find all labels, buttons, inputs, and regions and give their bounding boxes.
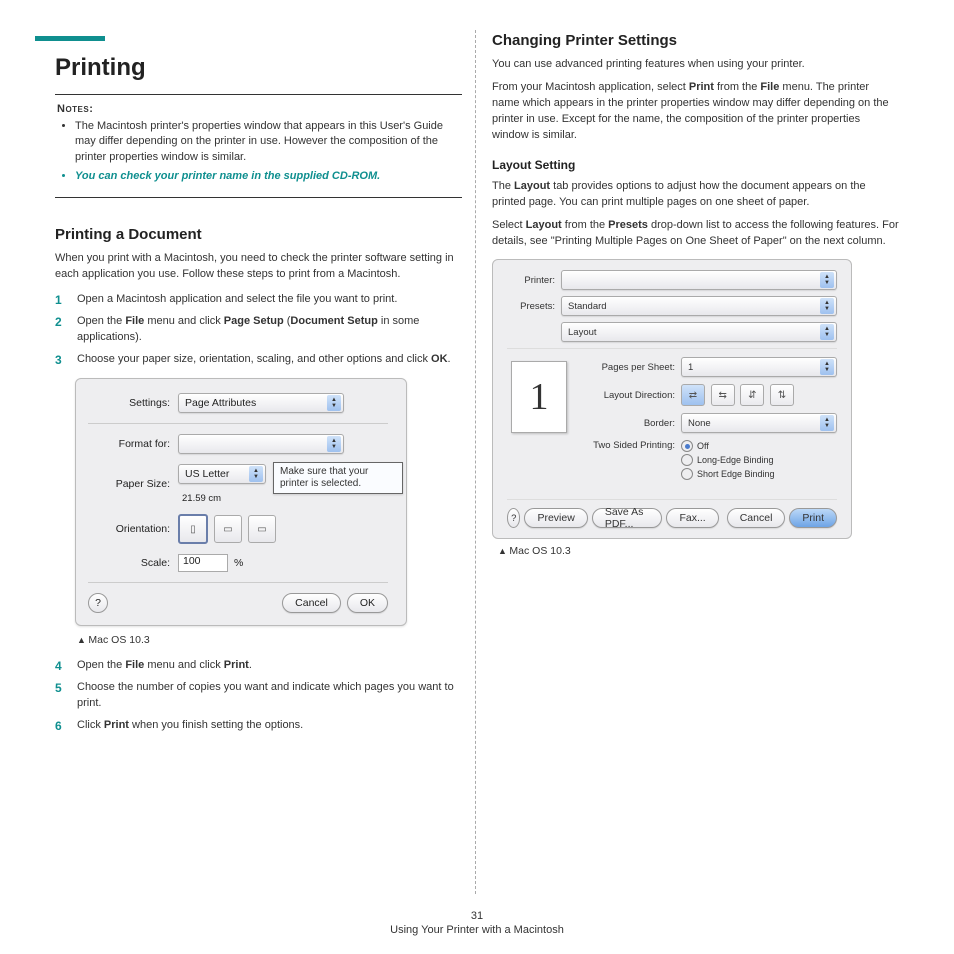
step: Open the File menu and click Print.	[55, 658, 462, 674]
orientation-label: Orientation:	[88, 523, 178, 535]
cancel-button[interactable]: Cancel	[727, 508, 786, 528]
presets-label: Presets:	[507, 301, 561, 312]
border-label: Border:	[581, 418, 681, 429]
dropdown-arrows-icon: ▲▼	[820, 359, 834, 375]
paragraph: The Layout tab provides options to adjus…	[492, 179, 899, 211]
radio-off[interactable]: Off	[681, 440, 775, 452]
layout-preview: 1	[511, 361, 567, 433]
paragraph: Select Layout from the Presets drop-down…	[492, 218, 899, 250]
paper-dim: 21.59 cm	[182, 493, 221, 504]
step: Click Print when you finish setting the …	[55, 718, 462, 734]
step: Choose your paper size, orientation, sca…	[55, 352, 462, 368]
radio-icon	[681, 440, 693, 452]
border-select[interactable]: None▲▼	[681, 413, 837, 433]
page-setup-dialog: Settings: Page Attributes▲▼ Format for: …	[75, 378, 407, 626]
page-title: Printing	[55, 54, 462, 82]
figure-caption: Mac OS 10.3	[77, 634, 462, 646]
notes-label: Notes:	[57, 103, 93, 115]
radio-icon	[681, 468, 693, 480]
help-button[interactable]: ?	[507, 508, 520, 528]
presets-select[interactable]: Standard▲▼	[561, 296, 837, 316]
page-footer: 31 Using Your Printer with a Macintosh	[0, 910, 954, 936]
printer-select[interactable]: ▲▼	[561, 270, 837, 290]
preview-button[interactable]: Preview	[524, 508, 587, 528]
help-button[interactable]: ?	[88, 593, 108, 613]
step: Open a Macintosh application and select …	[55, 292, 462, 308]
format-for-select[interactable]: ▲▼	[178, 434, 344, 454]
dropdown-arrows-icon: ▲▼	[327, 395, 341, 411]
section-heading: Changing Printer Settings	[492, 32, 899, 49]
orientation-landscape-rev-icon[interactable]: ▭	[248, 515, 276, 543]
dropdown-arrows-icon: ▲▼	[249, 466, 263, 482]
accent-bar	[35, 36, 105, 41]
radio-long[interactable]: Long-Edge Binding	[681, 454, 775, 466]
printer-label: Printer:	[507, 275, 561, 286]
settings-select[interactable]: Page Attributes▲▼	[178, 393, 344, 413]
paper-size-select[interactable]: US Letter▲▼	[178, 464, 266, 484]
paragraph: You can use advanced printing features w…	[492, 57, 899, 73]
settings-label: Settings:	[88, 397, 178, 409]
page-number: 31	[0, 910, 954, 922]
section-heading: Printing a Document	[55, 226, 462, 243]
footer-text: Using Your Printer with a Macintosh	[0, 924, 954, 936]
step: Choose the number of copies you want and…	[55, 680, 462, 712]
dropdown-arrows-icon: ▲▼	[820, 298, 834, 314]
cancel-button[interactable]: Cancel	[282, 593, 341, 613]
section-intro: When you print with a Macintosh, you nee…	[55, 251, 462, 283]
pages-per-sheet-label: Pages per Sheet:	[581, 362, 681, 373]
paragraph: From your Macintosh application, select …	[492, 80, 899, 144]
dropdown-arrows-icon: ▲▼	[820, 324, 834, 340]
orientation-landscape-icon[interactable]: ▭	[214, 515, 242, 543]
scale-input[interactable]: 100	[178, 554, 228, 572]
note-item-highlight: You can check your printer name in the s…	[75, 169, 460, 184]
notes-box: Notes: The Macintosh printer's propertie…	[55, 94, 462, 198]
dropdown-arrows-icon: ▲▼	[820, 272, 834, 288]
tab-select[interactable]: Layout▲▼	[561, 322, 837, 342]
layout-dir-3-icon[interactable]: ⇵	[740, 384, 764, 406]
scale-unit: %	[234, 557, 243, 569]
print-button[interactable]: Print	[789, 508, 837, 528]
layout-dir-1-icon[interactable]: ⇄	[681, 384, 705, 406]
orientation-portrait-icon[interactable]: ▯	[178, 514, 208, 544]
two-sided-label: Two Sided Printing:	[581, 440, 681, 451]
step: Open the File menu and click Page Setup …	[55, 314, 462, 346]
figure-caption: Mac OS 10.3	[498, 545, 899, 557]
note-item: The Macintosh printer's properties windo…	[75, 119, 460, 165]
sub-heading: Layout Setting	[492, 158, 899, 172]
layout-dialog: Printer: ▲▼ Presets: Standard▲▼ Layout▲▼…	[492, 259, 852, 539]
format-for-label: Format for:	[88, 438, 178, 450]
scale-label: Scale:	[88, 557, 178, 569]
paper-size-label: Paper Size:	[88, 478, 178, 490]
callout: Make sure that your printer is selected.	[273, 462, 403, 494]
radio-icon	[681, 454, 693, 466]
fax-button[interactable]: Fax...	[666, 508, 718, 528]
pages-per-sheet-select[interactable]: 1▲▼	[681, 357, 837, 377]
ok-button[interactable]: OK	[347, 593, 388, 613]
dropdown-arrows-icon: ▲▼	[327, 436, 341, 452]
save-pdf-button[interactable]: Save As PDF...	[592, 508, 663, 528]
radio-short[interactable]: Short Edge Binding	[681, 468, 775, 480]
layout-dir-4-icon[interactable]: ⇅	[770, 384, 794, 406]
layout-dir-2-icon[interactable]: ⇆	[711, 384, 735, 406]
layout-direction-label: Layout Direction:	[581, 390, 681, 401]
dropdown-arrows-icon: ▲▼	[820, 415, 834, 431]
column-divider	[475, 30, 476, 894]
